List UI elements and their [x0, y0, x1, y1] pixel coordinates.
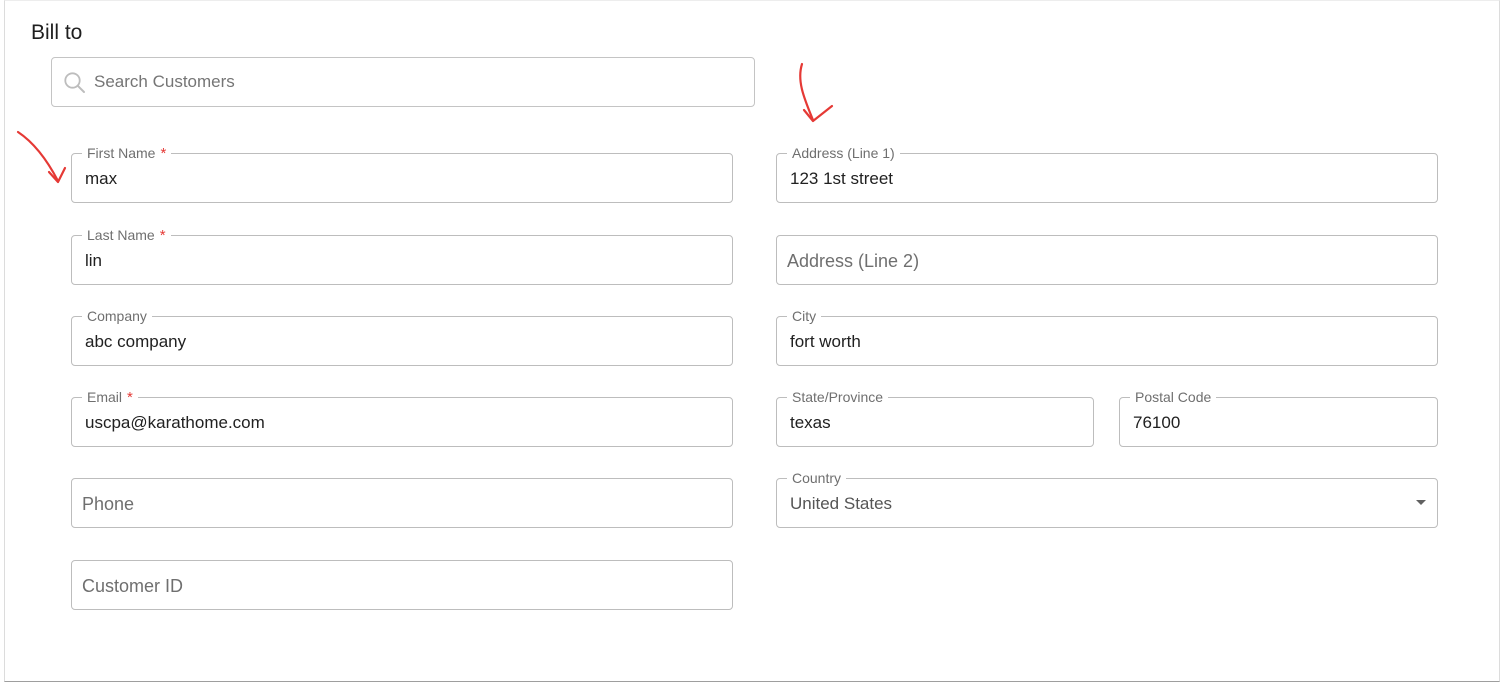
state-label: State/Province — [787, 389, 889, 405]
company-label: Company — [82, 308, 152, 324]
customer-id-field[interactable]: Customer ID — [71, 560, 733, 610]
bill-to-card: Bill to First Name* max Last Name* lin C… — [4, 0, 1500, 682]
company-value[interactable]: abc company — [85, 331, 186, 353]
postal-code-label: Postal Code — [1130, 389, 1217, 405]
customer-search[interactable] — [51, 57, 755, 107]
email-field[interactable]: Email * uscpa@karathome.com — [71, 389, 733, 447]
email-label: Email * — [82, 389, 138, 406]
address-line2-placeholder[interactable]: Address (Line 2) — [787, 250, 919, 272]
section-title: Bill to — [31, 21, 83, 44]
country-value[interactable]: United States — [790, 493, 892, 515]
red-arrow-annotation — [16, 130, 67, 184]
chevron-down-icon[interactable] — [1416, 500, 1426, 505]
state-field[interactable]: State/Province texas — [776, 389, 1094, 447]
customer-id-placeholder[interactable]: Customer ID — [82, 575, 183, 597]
email-value[interactable]: uscpa@karathome.com — [85, 412, 265, 434]
search-icon — [64, 72, 85, 93]
address-line2-field[interactable]: Address (Line 2) — [776, 235, 1438, 285]
country-label: Country — [787, 470, 847, 486]
city-value[interactable]: fort worth — [790, 331, 861, 353]
first-name-value[interactable]: max — [85, 168, 117, 190]
address-line1-value[interactable]: 123 1st street — [790, 168, 893, 190]
first-name-field[interactable]: First Name * max — [71, 145, 733, 203]
required-asterisk: * — [127, 389, 133, 406]
required-asterisk: * — [160, 145, 167, 162]
phone-placeholder[interactable]: Phone — [82, 493, 134, 515]
address-line1-label: Address (Line 1) — [787, 145, 900, 161]
country-select[interactable]: Country United States — [776, 470, 1438, 528]
last-name-field[interactable]: Last Name * lin — [71, 227, 733, 285]
postal-code-field[interactable]: Postal Code 76100 — [1119, 389, 1438, 447]
address-line1-field[interactable]: Address (Line 1) 123 1st street — [776, 145, 1438, 203]
state-value[interactable]: texas — [790, 412, 831, 434]
last-name-value[interactable]: lin — [85, 250, 102, 272]
city-label: City — [787, 308, 822, 324]
postal-code-value[interactable]: 76100 — [1133, 412, 1180, 434]
last-name-label: Last Name * — [82, 227, 171, 244]
required-asterisk: * — [159, 227, 166, 244]
first-name-label: First Name * — [82, 145, 172, 162]
company-field[interactable]: Company abc company — [71, 308, 733, 366]
city-field[interactable]: City fort worth — [776, 308, 1438, 366]
red-arrow-annotation — [799, 62, 834, 123]
phone-field[interactable]: Phone — [71, 478, 733, 528]
search-input[interactable] — [94, 70, 734, 94]
